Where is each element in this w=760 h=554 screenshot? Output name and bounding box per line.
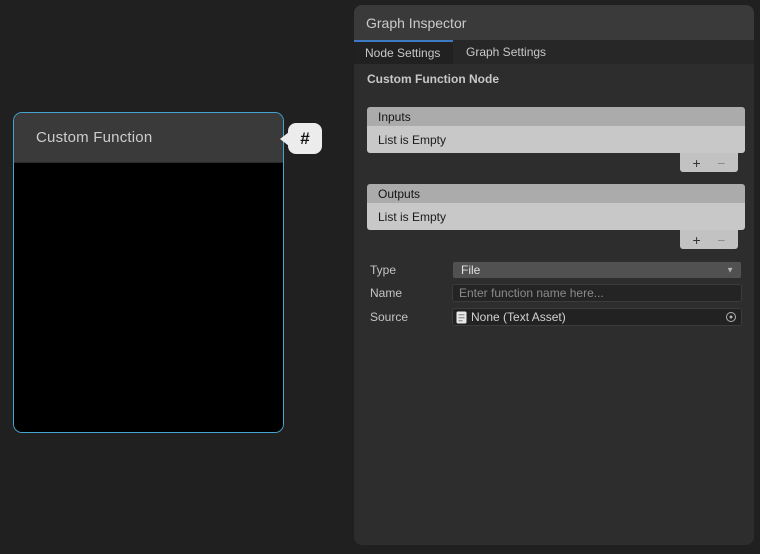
object-picker-button[interactable] [721, 309, 741, 325]
outputs-add-button[interactable]: + [689, 233, 705, 247]
hash-icon: # [300, 129, 309, 149]
name-row: Name [370, 284, 742, 302]
panel-title: Graph Inspector [366, 15, 466, 31]
tab-node-settings[interactable]: Node Settings [354, 40, 453, 64]
text-asset-icon [456, 311, 467, 324]
graph-inspector-panel: Graph Inspector Node Settings Graph Sett… [354, 5, 754, 545]
tab-graph-settings[interactable]: Graph Settings [453, 40, 559, 64]
outputs-list-footer: + − [680, 230, 738, 249]
inputs-remove-button[interactable]: − [713, 156, 729, 170]
node-settings-heading: Custom Function Node [367, 72, 499, 86]
outputs-list-title: Outputs [378, 187, 420, 201]
hash-badge-button[interactable]: # [288, 123, 322, 154]
outputs-list-header: Outputs [367, 184, 745, 203]
node-preview [14, 164, 283, 432]
inputs-list: Inputs List is Empty + − [367, 107, 745, 172]
outputs-list: Outputs List is Empty + − [367, 184, 745, 249]
graph-canvas[interactable]: Custom Function # Graph Inspector Node S… [0, 0, 760, 554]
object-picker-icon [726, 312, 736, 322]
inputs-empty-label: List is Empty [378, 133, 446, 147]
outputs-empty-label: List is Empty [378, 210, 446, 224]
inputs-list-title: Inputs [378, 110, 411, 124]
inspector-tab-bar: Node Settings Graph Settings [354, 40, 754, 64]
tab-graph-settings-label: Graph Settings [466, 45, 546, 59]
source-row: Source None (Text Asset) [370, 308, 742, 326]
node-title: Custom Function [36, 129, 152, 146]
node-header: Custom Function [14, 113, 283, 163]
type-label: Type [370, 263, 452, 277]
inputs-list-header: Inputs [367, 107, 745, 126]
type-dropdown-value: File [461, 263, 480, 277]
outputs-list-empty-row: List is Empty [367, 203, 745, 230]
outputs-remove-button[interactable]: − [713, 233, 729, 247]
source-object-value: None (Text Asset) [471, 310, 721, 324]
inputs-list-footer: + − [680, 153, 738, 172]
function-name-input[interactable] [452, 284, 742, 302]
type-row: Type File ▼ [370, 261, 742, 279]
tab-node-settings-label: Node Settings [365, 46, 440, 60]
custom-function-node[interactable]: Custom Function [13, 112, 284, 433]
inputs-list-empty-row: List is Empty [367, 126, 745, 153]
source-label: Source [370, 310, 452, 324]
type-dropdown[interactable]: File ▼ [452, 261, 742, 279]
inputs-add-button[interactable]: + [689, 156, 705, 170]
name-label: Name [370, 286, 452, 300]
chevron-down-icon: ▼ [726, 265, 734, 274]
source-object-field[interactable]: None (Text Asset) [452, 308, 742, 326]
panel-title-bar[interactable]: Graph Inspector [354, 5, 754, 40]
